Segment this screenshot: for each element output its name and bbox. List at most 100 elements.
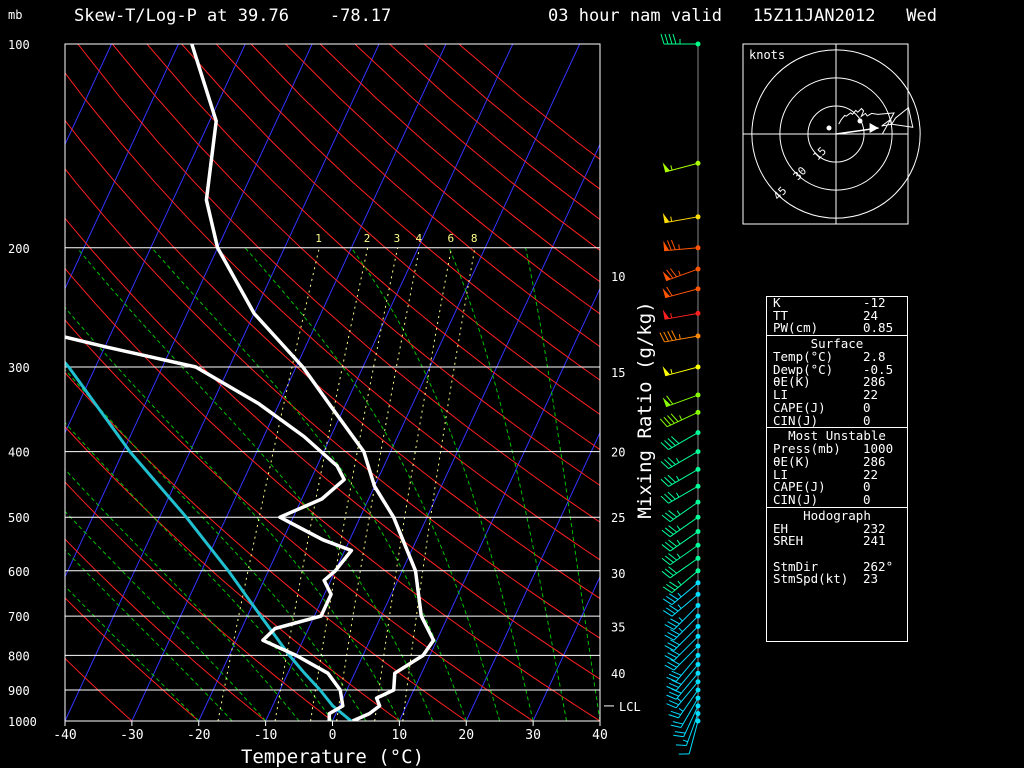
barb-dot — [695, 160, 701, 166]
barb-dot — [695, 499, 701, 505]
x-tick-label: 30 — [525, 728, 541, 743]
hodograph-index-row: StmSpd(kt) 23 — [767, 573, 907, 586]
surface-index-label: CIN(J) — [773, 412, 819, 428]
moist-adiabat-lines — [65, 247, 600, 721]
right-axis-label: 10 — [611, 270, 625, 284]
wind-barb — [664, 643, 701, 671]
wind-barb — [661, 542, 701, 566]
barb-half-tick — [670, 216, 673, 222]
barb-dot — [695, 392, 701, 398]
barb-tick — [663, 331, 669, 342]
lcl-label: LCL — [619, 700, 641, 714]
barb-tick — [670, 710, 681, 716]
barb-half-tick — [670, 313, 673, 319]
barb-dot — [695, 602, 701, 608]
mixing-ratio-label: 1 — [315, 232, 322, 245]
barb-staff — [673, 626, 699, 651]
barb-half-tick — [678, 627, 683, 633]
pressure-tick-label: 600 — [8, 565, 30, 579]
moist-adiabat — [65, 549, 233, 721]
barb-dot — [695, 409, 701, 415]
right-axis-label: 15 — [611, 366, 625, 380]
barb-staff — [673, 645, 699, 671]
x-tick-label: -20 — [187, 728, 210, 743]
surface-index-value: 0 — [863, 412, 871, 428]
barb-staff — [673, 615, 699, 641]
barb-staff — [669, 516, 699, 538]
barb-half-tick — [677, 580, 682, 586]
stability-index-value: 0.85 — [863, 320, 894, 336]
barb-tick — [667, 661, 678, 668]
barb-tick — [668, 673, 679, 679]
barb-flag — [662, 309, 670, 320]
barb-tick — [666, 703, 677, 709]
barb-tick — [664, 33, 669, 45]
barb-tick — [668, 691, 679, 697]
wind-barbs — [659, 33, 701, 755]
most-unstable-index-row: θE(K) 286 — [767, 455, 907, 469]
barb-dot — [695, 555, 701, 561]
barb-dot — [695, 529, 701, 535]
barb-dot — [695, 679, 701, 685]
x-tick-label: 10 — [392, 728, 408, 743]
barb-staff — [668, 468, 699, 487]
barb-tick — [673, 734, 684, 738]
barb-half-tick — [682, 739, 688, 743]
barb-dot — [695, 266, 701, 272]
barb-tick — [670, 629, 680, 635]
wind-barb — [660, 430, 701, 451]
barb-dot — [695, 214, 701, 220]
barb-flag — [662, 271, 671, 281]
mixing-ratio-label: 6 — [447, 232, 454, 245]
wind-barb — [662, 286, 701, 299]
barb-dot — [695, 449, 701, 455]
barb-tick — [670, 659, 680, 665]
wind-barb — [662, 212, 701, 224]
barb-half-tick — [670, 165, 673, 171]
barb-half-tick — [676, 458, 680, 463]
barb-half-tick — [676, 492, 680, 498]
barb-half-tick — [677, 698, 682, 703]
barb-tick — [667, 621, 678, 628]
barb-staff — [673, 636, 699, 661]
isotherm — [198, 44, 514, 721]
barb-staff — [668, 485, 699, 504]
wind-barb — [662, 309, 701, 320]
barb-tick — [667, 330, 673, 341]
hodograph-index-value: 23 — [863, 571, 879, 587]
dry-adiabat — [65, 267, 600, 721]
barb-dot — [695, 430, 701, 436]
barb-dot — [695, 41, 701, 47]
hodograph-index-value: 241 — [863, 533, 886, 549]
barb-tick — [672, 721, 684, 725]
mixing-ratio-line — [274, 247, 369, 721]
most-unstable-index-row: CIN(J) 0 — [767, 493, 907, 507]
isotherm — [131, 44, 447, 721]
x-tick-label: 0 — [329, 728, 337, 743]
isotherm — [398, 287, 600, 721]
moist-adiabat — [65, 510, 266, 721]
stability-index-row: K -12 — [767, 296, 907, 310]
barb-staff — [665, 366, 699, 377]
barb-dot — [695, 568, 701, 574]
barb-dot — [695, 310, 701, 316]
right-axis-label: 30 — [611, 567, 625, 581]
wind-barb — [660, 466, 701, 487]
hodograph-mean-wind-dot — [826, 125, 832, 131]
wind-barb — [659, 330, 701, 343]
barb-half-tick — [677, 592, 682, 598]
moist-adiabat — [65, 468, 300, 721]
barb-tick — [675, 744, 687, 747]
pressure-tick-label: 100 — [8, 38, 30, 52]
barb-tick — [666, 694, 677, 700]
pressure-tick-label: 1000 — [8, 715, 37, 729]
mixing-ratio-line — [217, 247, 320, 721]
mixing-ratio-label: 8 — [471, 232, 478, 245]
barb-tick — [664, 645, 675, 651]
right-axis-label: 40 — [611, 667, 625, 681]
barb-half-tick — [678, 334, 681, 340]
hodograph-index-label: SREH — [773, 533, 804, 549]
barb-dot — [695, 580, 701, 586]
mixing-ratio-label: 3 — [394, 232, 401, 245]
wind-barb — [670, 695, 701, 729]
